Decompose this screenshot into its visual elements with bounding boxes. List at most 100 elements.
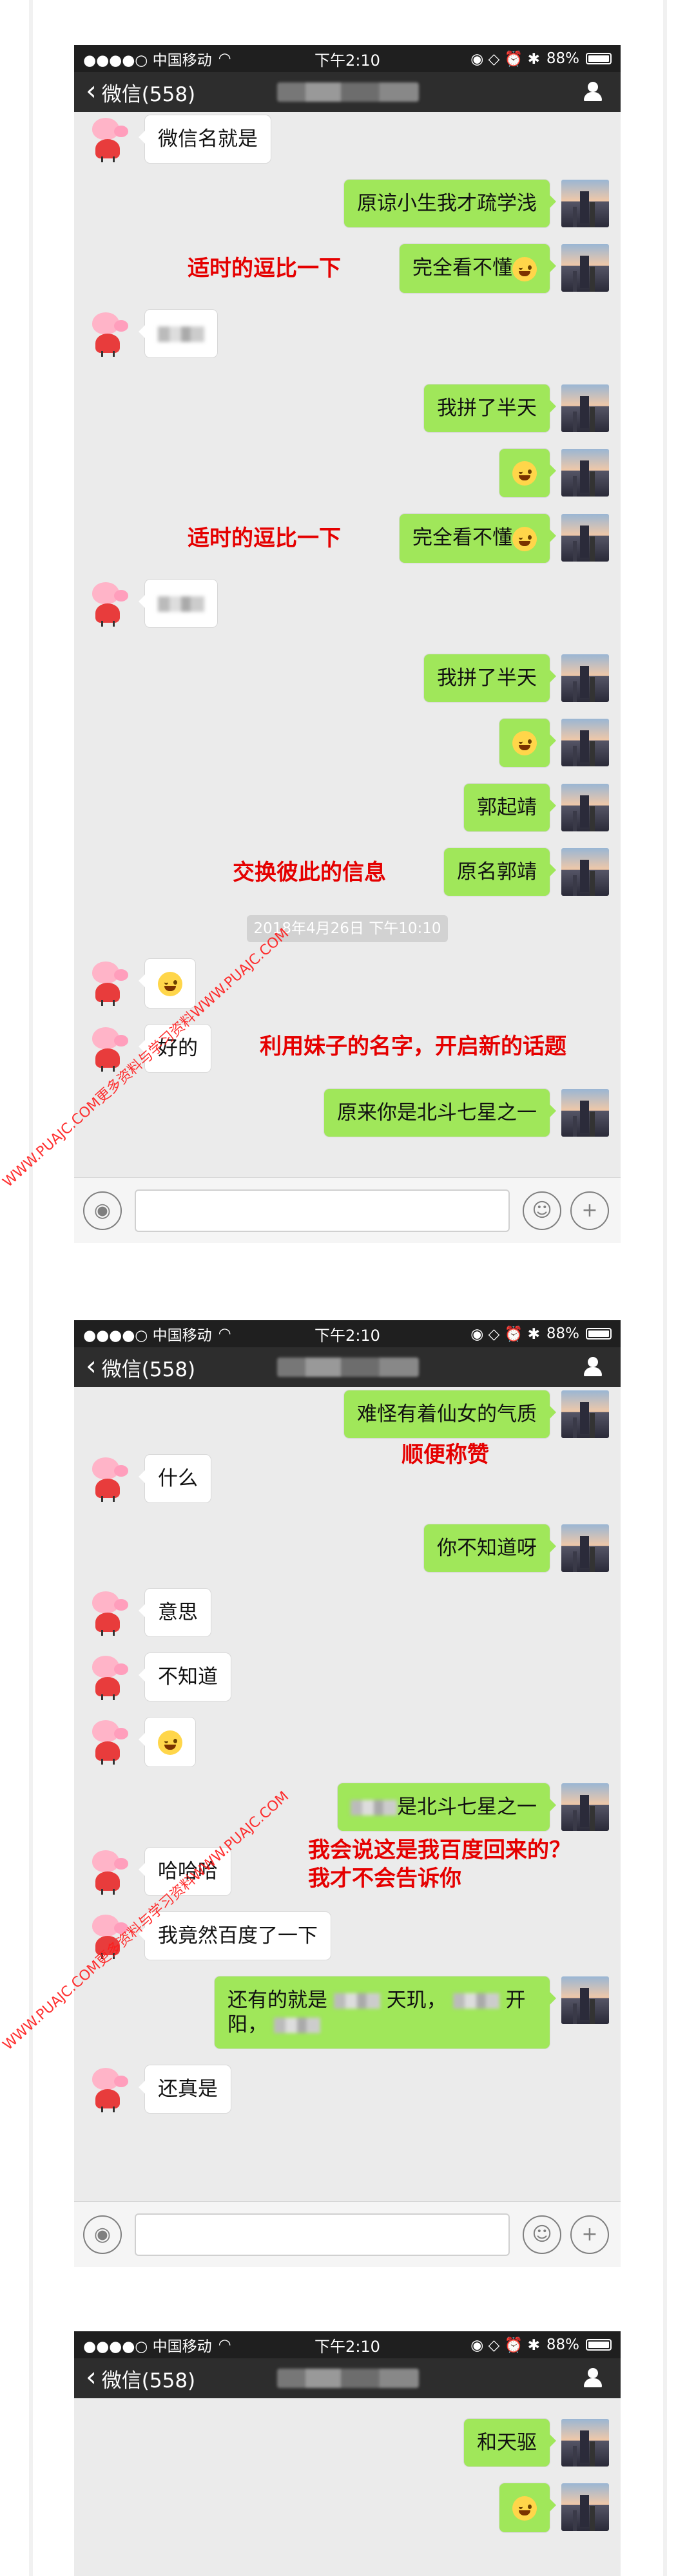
sent-bubble[interactable]: 原谅小生我才疏学浅 <box>344 180 556 227</box>
status-icons-text: ◉ ◇ ⏰ ✱ <box>470 2336 540 2354</box>
laughing-emoji-icon <box>512 461 537 486</box>
sky-avatar[interactable] <box>561 180 609 227</box>
blurred-received-bubble[interactable] <box>139 309 217 357</box>
emoji-bubble[interactable] <box>499 448 556 497</box>
back-button[interactable]: ‹ 微信(558) <box>86 1352 195 1382</box>
bubble-text: 是北斗七星之一 <box>397 1795 537 1819</box>
peppa-avatar[interactable] <box>86 579 133 627</box>
chat-navbar: ‹ 微信(558) <box>74 1347 621 1387</box>
sky-avatar[interactable] <box>561 848 609 896</box>
message-row: 微信名就是 <box>86 115 609 163</box>
carrier: ●●●●○ 中国移动 <box>83 2338 212 2355</box>
laughing-emoji-icon <box>158 1730 182 1755</box>
sky-avatar[interactable] <box>561 1783 609 1831</box>
contact-profile-icon[interactable] <box>583 2368 603 2387</box>
emoji-bubble[interactable] <box>139 1718 195 1766</box>
message-row: 我拼了半天 <box>86 384 609 432</box>
received-bubble[interactable]: 什么 <box>139 1455 211 1502</box>
laughing-emoji-icon <box>512 731 537 755</box>
laughing-emoji-icon <box>512 526 537 551</box>
emoji-bubble[interactable] <box>499 718 556 767</box>
sky-avatar[interactable] <box>561 654 609 702</box>
battery-icon <box>586 1328 612 1340</box>
message-row: 适时的逗比一下 完全看不懂 <box>86 514 609 563</box>
contact-profile-icon[interactable] <box>583 82 603 101</box>
carrier-group: ●●●●○ 中国移动 ◠ <box>83 48 231 70</box>
message-list: 微信名就是 原谅小生我才疏学浅 适时的逗比一下 完全看不懂 我拼了半天 适时的逗比… <box>74 115 621 1137</box>
message-row <box>86 959 609 1008</box>
received-bubble[interactable]: 微信名就是 <box>139 115 271 163</box>
add-icon[interactable]: + <box>570 1191 609 1230</box>
sky-avatar[interactable] <box>561 1390 609 1438</box>
sent-bubble[interactable]: 和天驱 <box>464 2419 556 2467</box>
carrier-group: ●●●●○ 中国移动 ◠ <box>83 1323 231 1345</box>
sky-avatar[interactable] <box>561 1976 609 2024</box>
peppa-avatar[interactable] <box>86 1455 133 1502</box>
emoji-button-icon[interactable]: ☺ <box>523 1191 561 1230</box>
message-row: 什么 顺便称赞 <box>86 1442 609 1502</box>
sent-bubble[interactable]: 你不知道呀 <box>424 1524 556 1572</box>
sent-bubble[interactable]: 还有的就是 天玑， 开阳， <box>215 1976 556 2049</box>
message-row <box>86 1718 609 1766</box>
status-time: 下午2:10 <box>314 2337 380 2356</box>
back-button[interactable]: ‹ 微信(558) <box>86 75 196 107</box>
chevron-left-icon: ‹ <box>86 75 97 106</box>
sent-bubble[interactable]: 原名郭靖 <box>444 848 556 896</box>
sky-avatar[interactable] <box>561 2483 609 2531</box>
voice-icon[interactable]: ◉ <box>83 2215 122 2254</box>
peppa-avatar[interactable] <box>86 1589 133 1636</box>
bubble-text: 天玑， <box>386 1988 447 2012</box>
sent-bubble[interactable]: 完全看不懂 <box>400 244 556 293</box>
peppa-avatar[interactable] <box>86 959 133 1007</box>
peppa-avatar[interactable] <box>86 115 133 163</box>
blurred-text <box>351 1800 397 1815</box>
message-row: 不知道 <box>86 1653 609 1701</box>
add-icon[interactable]: + <box>570 2215 609 2254</box>
peppa-avatar[interactable] <box>86 309 133 357</box>
emoji-button-icon[interactable]: ☺ <box>523 2215 561 2254</box>
emoji-bubble[interactable] <box>139 959 195 1008</box>
sky-avatar[interactable] <box>561 1524 609 1572</box>
sent-bubble[interactable]: 我拼了半天 <box>424 384 556 432</box>
message-input[interactable] <box>135 1189 510 1232</box>
peppa-avatar[interactable] <box>86 2065 133 2113</box>
blurred-received-bubble[interactable] <box>139 579 217 627</box>
peppa-avatar[interactable] <box>86 1653 133 1701</box>
sky-avatar[interactable] <box>561 384 609 432</box>
emoji-bubble[interactable] <box>499 2483 556 2532</box>
message-input[interactable] <box>135 2213 510 2256</box>
message-row: 还有的就是 天玑， 开阳， <box>86 1976 609 2049</box>
message-row: 你不知道呀 <box>86 1524 609 1572</box>
message-row <box>86 718 609 767</box>
chat-screenshot-2: ●●●●○ 中国移动 ◠ 下午2:10 ◉ ◇ ⏰ ✱ 88% ‹ 微信(558) 难… <box>74 1320 621 2267</box>
sky-avatar[interactable] <box>561 244 609 292</box>
annotation-topic: 利用妹子的名字，开启新的话题 <box>260 1033 566 1059</box>
sent-bubble[interactable]: 我拼了半天 <box>424 654 556 702</box>
peppa-avatar[interactable] <box>86 1718 133 1765</box>
peppa-avatar[interactable] <box>86 1847 133 1895</box>
received-bubble[interactable]: 我竟然百度了一下 <box>139 1911 331 1960</box>
sky-avatar[interactable] <box>561 514 609 562</box>
voice-icon[interactable]: ◉ <box>83 1191 122 1230</box>
received-bubble[interactable]: 意思 <box>139 1589 211 1636</box>
message-row: 原来你是北斗七星之一 <box>86 1088 609 1137</box>
sent-bubble[interactable]: 完全看不懂 <box>400 514 556 563</box>
sky-avatar[interactable] <box>561 2419 609 2467</box>
received-bubble[interactable]: 不知道 <box>139 1653 231 1701</box>
sent-bubble[interactable]: 郭起靖 <box>464 784 556 831</box>
sent-bubble[interactable]: 原来你是北斗七星之一 <box>324 1088 556 1137</box>
message-row: 是北斗七星之一 <box>86 1783 609 1831</box>
received-bubble[interactable]: 还真是 <box>139 2065 231 2113</box>
message-list: 和天驱 <box>74 2419 621 2532</box>
sky-avatar[interactable] <box>561 1088 609 1137</box>
back-button[interactable]: ‹ 微信(558) <box>86 2363 195 2393</box>
contact-profile-icon[interactable] <box>583 1357 603 1376</box>
sent-bubble[interactable]: 难怪有着仙女的气质 <box>344 1390 556 1438</box>
status-icons: ◉ ◇ ⏰ ✱ 88% <box>470 2336 612 2354</box>
message-row: 意思 <box>86 1589 609 1636</box>
back-label: 微信(558) <box>101 82 196 106</box>
sky-avatar[interactable] <box>561 784 609 831</box>
sky-avatar[interactable] <box>561 448 609 497</box>
sent-bubble[interactable]: 是北斗七星之一 <box>338 1783 556 1831</box>
sky-avatar[interactable] <box>561 718 609 766</box>
